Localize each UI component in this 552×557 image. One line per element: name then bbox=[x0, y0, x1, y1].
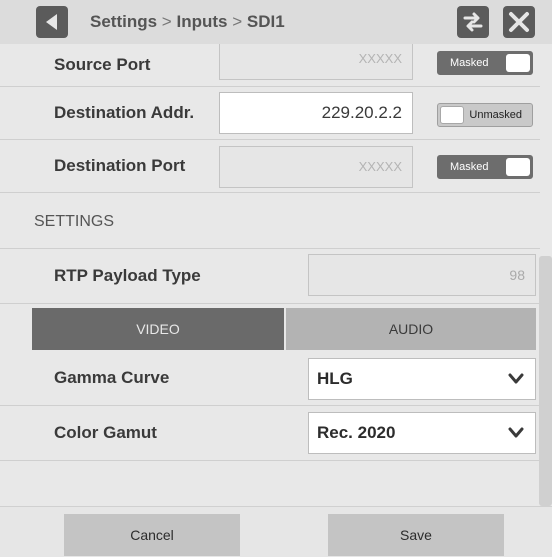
close-button[interactable] bbox=[503, 6, 535, 38]
toggle-label: Masked bbox=[450, 161, 489, 173]
breadcrumb-separator: > bbox=[161, 12, 172, 31]
color-gamut-select[interactable]: Rec. 2020 bbox=[308, 412, 536, 454]
rtp-payload-field[interactable]: 98 bbox=[308, 254, 536, 296]
tab-video[interactable]: VIDEO bbox=[32, 308, 284, 350]
breadcrumb-sdi1: SDI1 bbox=[246, 12, 285, 31]
scrollbar[interactable] bbox=[539, 256, 552, 506]
rtp-payload-row: RTP Payload Type 98 bbox=[0, 249, 540, 304]
destination-addr-row: Destination Addr. 229.20.2.2 Unmasked bbox=[0, 87, 540, 140]
toggle-label: Masked bbox=[450, 57, 489, 69]
gamma-curve-select[interactable]: HLG bbox=[308, 358, 536, 400]
breadcrumb: Settings > Inputs > SDI1 bbox=[90, 12, 285, 32]
source-port-row: Source Port XXXXX Masked bbox=[0, 44, 540, 87]
gamma-curve-value: HLG bbox=[317, 369, 353, 388]
destination-port-row: Destination Port XXXXX Masked bbox=[0, 140, 540, 193]
swap-arrows-icon bbox=[463, 12, 483, 32]
breadcrumb-separator: > bbox=[232, 12, 243, 31]
rtp-payload-label: RTP Payload Type bbox=[54, 266, 201, 285]
source-port-mask-toggle[interactable]: Masked bbox=[437, 51, 533, 75]
settings-content: Source Port XXXXX Masked Destination Add… bbox=[0, 44, 552, 506]
destination-addr-label: Destination Addr. bbox=[54, 103, 195, 122]
destination-addr-input[interactable]: 229.20.2.2 bbox=[219, 92, 413, 134]
color-gamut-row: Color Gamut Rec. 2020 bbox=[0, 406, 540, 461]
breadcrumb-settings[interactable]: Settings bbox=[90, 12, 157, 31]
back-button[interactable] bbox=[36, 6, 68, 38]
destination-port-field[interactable]: XXXXX bbox=[219, 146, 413, 188]
gamma-curve-row: Gamma Curve HLG bbox=[0, 352, 540, 406]
cancel-button[interactable]: Cancel bbox=[64, 514, 240, 556]
footer-bar: Cancel Save bbox=[0, 506, 552, 557]
toggle-label: Unmasked bbox=[469, 109, 522, 121]
toggle-knob bbox=[440, 106, 464, 124]
swap-button[interactable] bbox=[457, 6, 489, 38]
back-arrow-icon bbox=[46, 14, 57, 30]
section-title: SETTINGS bbox=[34, 213, 115, 230]
toggle-knob bbox=[506, 54, 530, 72]
settings-section-row: SETTINGS bbox=[0, 193, 540, 249]
color-gamut-label: Color Gamut bbox=[54, 423, 157, 442]
destination-port-mask-toggle[interactable]: Masked bbox=[437, 155, 533, 179]
source-port-label: Source Port bbox=[54, 55, 151, 74]
save-button[interactable]: Save bbox=[328, 514, 504, 556]
header-bar: Settings > Inputs > SDI1 bbox=[0, 0, 552, 44]
toggle-knob bbox=[506, 158, 530, 176]
close-x-icon bbox=[509, 12, 529, 32]
tab-audio[interactable]: AUDIO bbox=[286, 308, 536, 350]
chevron-down-icon bbox=[507, 413, 525, 468]
source-port-field[interactable]: XXXXX bbox=[219, 44, 413, 80]
color-gamut-value: Rec. 2020 bbox=[317, 423, 396, 442]
destination-addr-mask-toggle[interactable]: Unmasked bbox=[437, 103, 533, 127]
destination-port-label: Destination Port bbox=[54, 156, 186, 175]
breadcrumb-inputs[interactable]: Inputs bbox=[176, 12, 227, 31]
gamma-curve-label: Gamma Curve bbox=[54, 368, 170, 387]
